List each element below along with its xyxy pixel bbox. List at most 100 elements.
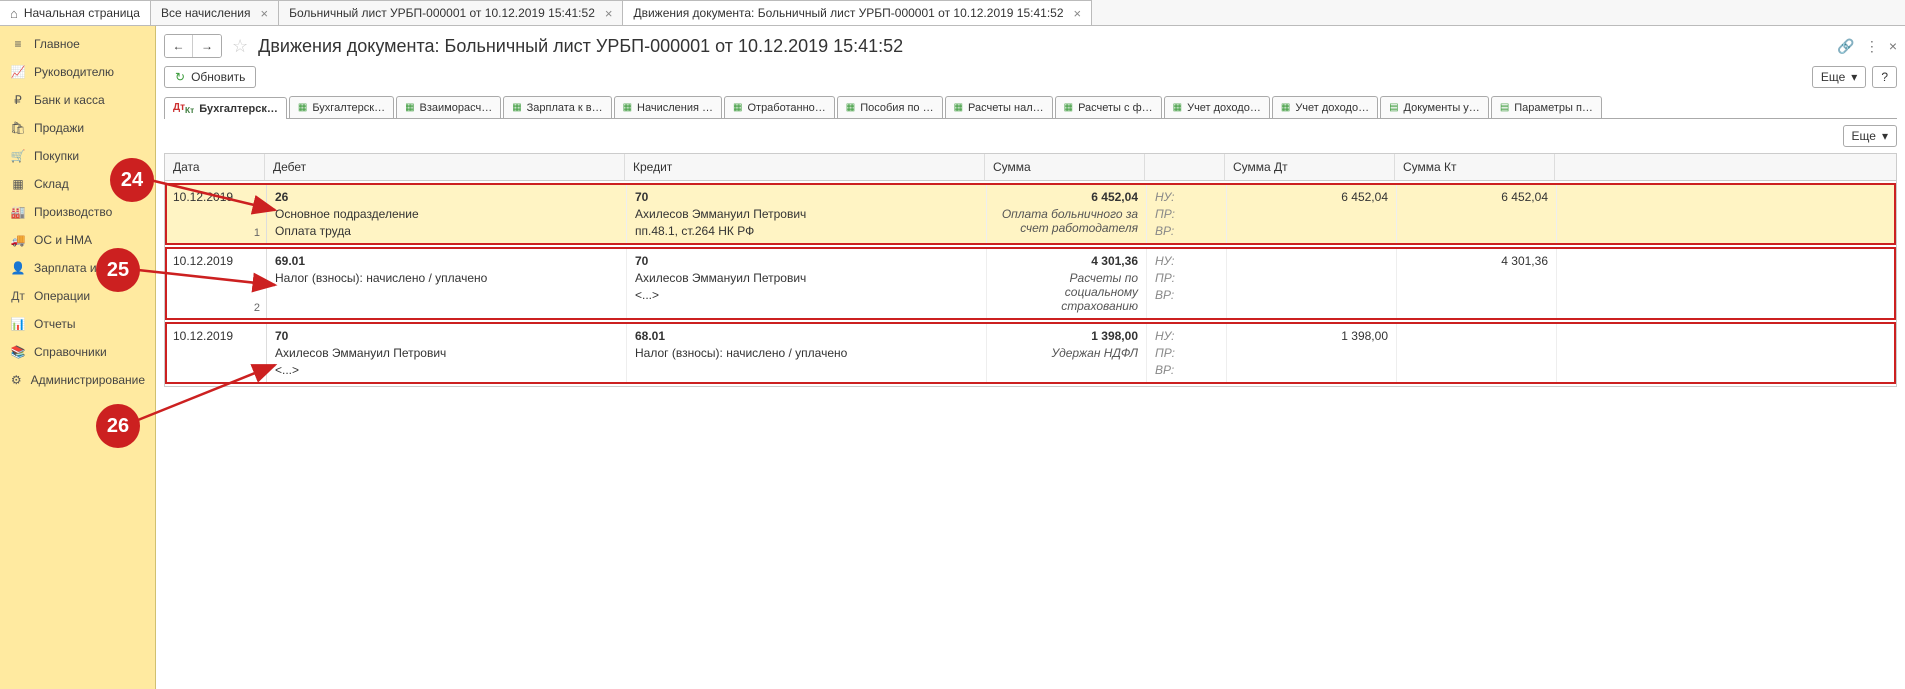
forward-button[interactable]: → — [193, 35, 221, 57]
sidebar-item-production[interactable]: 🏭Производство — [0, 198, 155, 226]
sub-more-button[interactable]: Еще ▾ — [1843, 125, 1897, 147]
close-icon[interactable]: × — [601, 6, 613, 21]
date-value: 10.12.2019 — [173, 329, 260, 343]
more-button[interactable]: Еще ▾ — [1812, 66, 1866, 88]
debit-account: 70 — [275, 329, 618, 343]
chart-icon: 📈 — [10, 65, 26, 79]
back-button[interactable]: ← — [165, 35, 193, 57]
tab-sick-leave[interactable]: Больничный лист УРБП-000001 от 10.12.201… — [279, 0, 623, 25]
doc-tab[interactable]: ▤Параметры п… — [1491, 96, 1602, 118]
sub-more-label: Еще — [1852, 129, 1876, 143]
sum-kt-value: 6 452,04 — [1405, 190, 1548, 204]
doc-tab-label: Бухгалтерск… — [312, 102, 385, 114]
nu-label: НУ: — [1155, 254, 1218, 268]
doc-tab[interactable]: ▦Бухгалтерск… — [289, 96, 394, 118]
sidebar-item-label: Администрирование — [31, 373, 145, 387]
entry-row[interactable]: 10.12.2019 3 70 Ахилесов Эммануил Петров… — [165, 322, 1896, 384]
doc-tab-label: Пособия по … — [860, 102, 933, 114]
top-tabs: ⌂ Начальная страница Все начисления × Бо… — [0, 0, 1905, 26]
close-icon[interactable]: × — [1889, 38, 1897, 54]
sidebar-item-admin[interactable]: ⚙Администрирование — [0, 366, 155, 394]
doc-tab-label: Учет доходо… — [1295, 102, 1369, 114]
col-sum[interactable]: Сумма — [985, 154, 1145, 180]
tab-label: Больничный лист УРБП-000001 от 10.12.201… — [289, 6, 595, 20]
cell-sum: 6 452,04 Оплата больничного за счет рабо… — [987, 185, 1147, 243]
doc-tab[interactable]: ▦Зарплата к в… — [503, 96, 611, 118]
doc-tab[interactable]: ▦ Расчеты с ф… — [1055, 96, 1162, 118]
close-icon[interactable]: × — [1070, 6, 1082, 21]
help-button[interactable]: ? — [1872, 66, 1897, 88]
debit-account: 26 — [275, 190, 618, 204]
doc-tab[interactable]: ▦Отработанно… — [724, 96, 835, 118]
col-credit[interactable]: Кредит — [625, 154, 985, 180]
doc-tab-label: Бухгалтерск… — [199, 103, 278, 115]
cell-debit: 69.01 Налог (взносы): начислено / уплаче… — [267, 249, 627, 318]
doc-tab[interactable]: ▤Документы у… — [1380, 96, 1489, 118]
table-icon: ▦ — [1281, 102, 1290, 113]
cell-debit: 26 Основное подразделение Оплата труда — [267, 185, 627, 243]
cell-date: 10.12.2019 1 — [167, 185, 267, 243]
table-icon: ▦ — [1064, 102, 1073, 113]
table-icon: ▦ — [954, 102, 963, 113]
cell-labels: НУ: ПР: ВР: — [1147, 185, 1227, 243]
cell-debit: 70 Ахилесов Эммануил Петрович <...> — [267, 324, 627, 382]
dtkt-icon: Дт — [10, 289, 26, 303]
doc-tab[interactable]: ▦Расчеты нал… — [945, 96, 1053, 118]
sidebar-item-label: Операции — [34, 289, 90, 303]
cell-sum-dt: 1 398,00 — [1227, 324, 1397, 382]
doc-tab-label: Расчеты с ф… — [1078, 102, 1153, 114]
col-sum-kt[interactable]: Сумма Кт — [1395, 154, 1555, 180]
entry-row[interactable]: 10.12.2019 1 26 Основное подразделение О… — [165, 183, 1896, 245]
grid-icon: ▦ — [10, 177, 26, 191]
main-area: ← → ☆ Движения документа: Больничный лис… — [156, 26, 1905, 689]
doc-tab[interactable]: ▦Пособия по … — [837, 96, 943, 118]
tab-all-accruals[interactable]: Все начисления × — [151, 0, 279, 25]
page-title: Движения документа: Больничный лист УРБП… — [258, 36, 903, 57]
callout-26: 26 — [96, 404, 140, 448]
accounting-grid: Дата Дебет Кредит Сумма Сумма Дт Сумма К… — [164, 153, 1897, 387]
col-sum-dt[interactable]: Сумма Дт — [1225, 154, 1395, 180]
cell-sum: 1 398,00 Удержан НДФЛ — [987, 324, 1147, 382]
cell-credit: 70 Ахилесов Эммануил Петрович пп.48.1, с… — [627, 185, 987, 243]
barchart-icon: 📊 — [10, 317, 26, 331]
doc-tab[interactable]: ▦ Учет доходо… — [1272, 96, 1378, 118]
debit-account: 69.01 — [275, 254, 618, 268]
sidebar-item-catalogs[interactable]: 📚Справочники — [0, 338, 155, 366]
link-icon[interactable]: 🔗 — [1837, 38, 1854, 55]
sum-comment: Оплата больничного за счет работодателя — [995, 207, 1138, 235]
doc-tab[interactable]: ▦Учет доходо… — [1164, 96, 1270, 118]
more-icon[interactable]: ⋮ — [1865, 38, 1879, 55]
sum-comment: Удержан НДФЛ — [995, 346, 1138, 360]
vr-label: ВР: — [1155, 363, 1218, 377]
col-debit[interactable]: Дебет — [265, 154, 625, 180]
sidebar-item-manager[interactable]: 📈Руководителю — [0, 58, 155, 86]
sidebar-item-bank[interactable]: ₽Банк и касса — [0, 86, 155, 114]
doc-tab[interactable]: ▦Начисления … — [614, 96, 722, 118]
star-icon[interactable]: ☆ — [232, 36, 248, 57]
sum-value: 4 301,36 — [995, 254, 1138, 268]
refresh-button[interactable]: ↻ Обновить — [164, 66, 256, 88]
doc-tab-accounting[interactable]: ДтКтБухгалтерск… — [164, 97, 287, 119]
sidebar-item-label: Склад — [34, 177, 69, 191]
tab-document-movements[interactable]: Движения документа: Больничный лист УРБП… — [623, 0, 1092, 25]
factory-icon: 🏭 — [10, 205, 26, 219]
cell-labels: НУ: ПР: ВР: — [1147, 324, 1227, 382]
tab-home-label: Начальная страница — [24, 6, 140, 20]
cell-labels: НУ: ПР: ВР: — [1147, 249, 1227, 318]
tab-home[interactable]: ⌂ Начальная страница — [0, 0, 151, 25]
sidebar-item-label: ОС и НМА — [34, 233, 92, 247]
doc-tab[interactable]: ▦Взаиморасч… — [396, 96, 501, 118]
cell-sum-kt — [1397, 324, 1557, 382]
sidebar-item-main[interactable]: ≡Главное — [0, 30, 155, 58]
page-header: ← → ☆ Движения документа: Больничный лис… — [164, 30, 1897, 66]
sidebar-item-reports[interactable]: 📊Отчеты — [0, 310, 155, 338]
cell-sum-kt: 4 301,36 — [1397, 249, 1557, 318]
close-icon[interactable]: × — [256, 6, 268, 21]
menu-icon: ≡ — [10, 37, 26, 51]
sidebar-item-sales[interactable]: 🛍Продажи — [0, 114, 155, 142]
entry-row[interactable]: 10.12.2019 2 69.01 Налог (взносы): начис… — [165, 247, 1896, 320]
col-date[interactable]: Дата — [165, 154, 265, 180]
nav-arrows: ← → — [164, 34, 222, 58]
sidebar-item-fixed-assets[interactable]: 🚚ОС и НМА — [0, 226, 155, 254]
books-icon: 📚 — [10, 345, 26, 359]
